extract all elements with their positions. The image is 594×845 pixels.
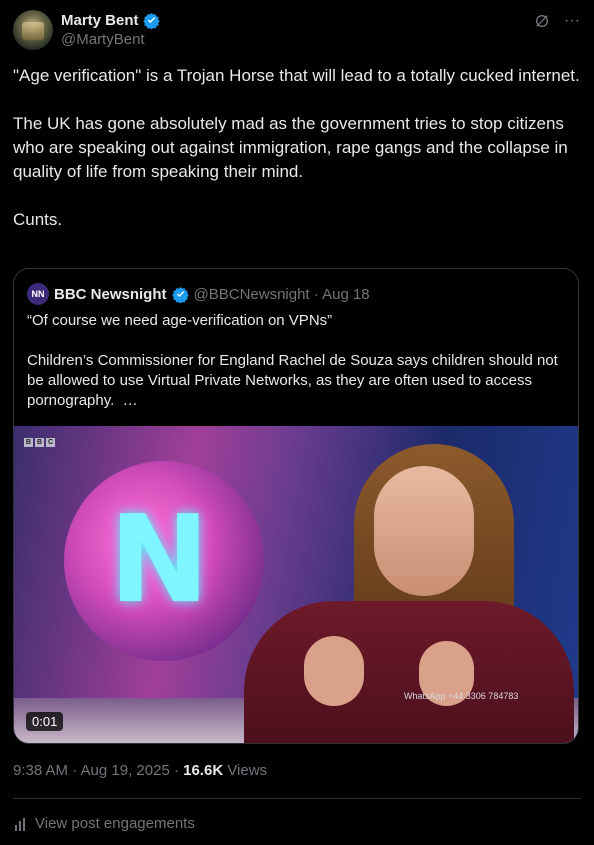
bbc-letter: B bbox=[24, 438, 33, 447]
video-player[interactable]: N B B C WhatsApp +44 3306 784783 0:01 bbox=[14, 426, 578, 743]
view-engagements-link[interactable]: View post engagements bbox=[13, 815, 195, 832]
quoted-post-text: “Of course we need age-verification on V… bbox=[27, 312, 558, 409]
tweet: Marty Bent @MartyBent ··· "Age verificat… bbox=[0, 0, 594, 845]
person-body bbox=[244, 601, 574, 743]
author-name[interactable]: Marty Bent bbox=[61, 11, 139, 30]
quoted-post[interactable]: NN BBC Newsnight @BBCNewsnight · Aug 18 … bbox=[13, 268, 579, 744]
views-count: 16.6K bbox=[183, 762, 224, 779]
video-watermark: WhatsApp +44 3306 784783 bbox=[404, 691, 519, 701]
author-handle[interactable]: @MartyBent bbox=[61, 30, 160, 50]
person-hand-left bbox=[304, 636, 364, 706]
post-metadata: 9:38 AM · Aug 19, 2025 · 16.6K Views bbox=[13, 762, 267, 779]
grok-icon[interactable] bbox=[534, 13, 550, 29]
video-duration: 0:01 bbox=[26, 712, 64, 731]
quoted-avatar[interactable]: NN bbox=[27, 283, 49, 305]
quoted-handle-date: @BBCNewsnight · Aug 18 bbox=[193, 285, 370, 303]
divider bbox=[13, 798, 581, 799]
person-face bbox=[374, 466, 474, 596]
header-actions: ··· bbox=[534, 11, 580, 31]
quoted-post-header: NN BBC Newsnight @BBCNewsnight · Aug 18 bbox=[27, 283, 370, 305]
author-block: Marty Bent @MartyBent bbox=[61, 11, 160, 50]
quoted-author-name[interactable]: BBC Newsnight bbox=[54, 286, 167, 303]
bbc-letter: B bbox=[35, 438, 44, 447]
verified-badge-icon bbox=[142, 13, 160, 29]
views-label: Views bbox=[223, 762, 268, 779]
more-icon[interactable]: ··· bbox=[564, 11, 580, 31]
analytics-icon bbox=[15, 817, 25, 831]
newsnight-logo-icon: N bbox=[109, 491, 210, 630]
engagements-label[interactable]: View post engagements bbox=[35, 815, 195, 832]
post-timestamp[interactable]: 9:38 AM · Aug 19, 2025 · bbox=[13, 762, 183, 779]
bbc-letter: C bbox=[46, 438, 55, 447]
author-name-row[interactable]: Marty Bent bbox=[61, 11, 160, 30]
tweet-header: Marty Bent @MartyBent ··· bbox=[13, 9, 580, 53]
bbc-logo-icon: B B C bbox=[24, 438, 55, 447]
avatar[interactable] bbox=[13, 10, 53, 50]
post-text: "Age verification" is a Trojan Horse tha… bbox=[13, 66, 580, 229]
verified-badge-icon bbox=[171, 286, 189, 303]
